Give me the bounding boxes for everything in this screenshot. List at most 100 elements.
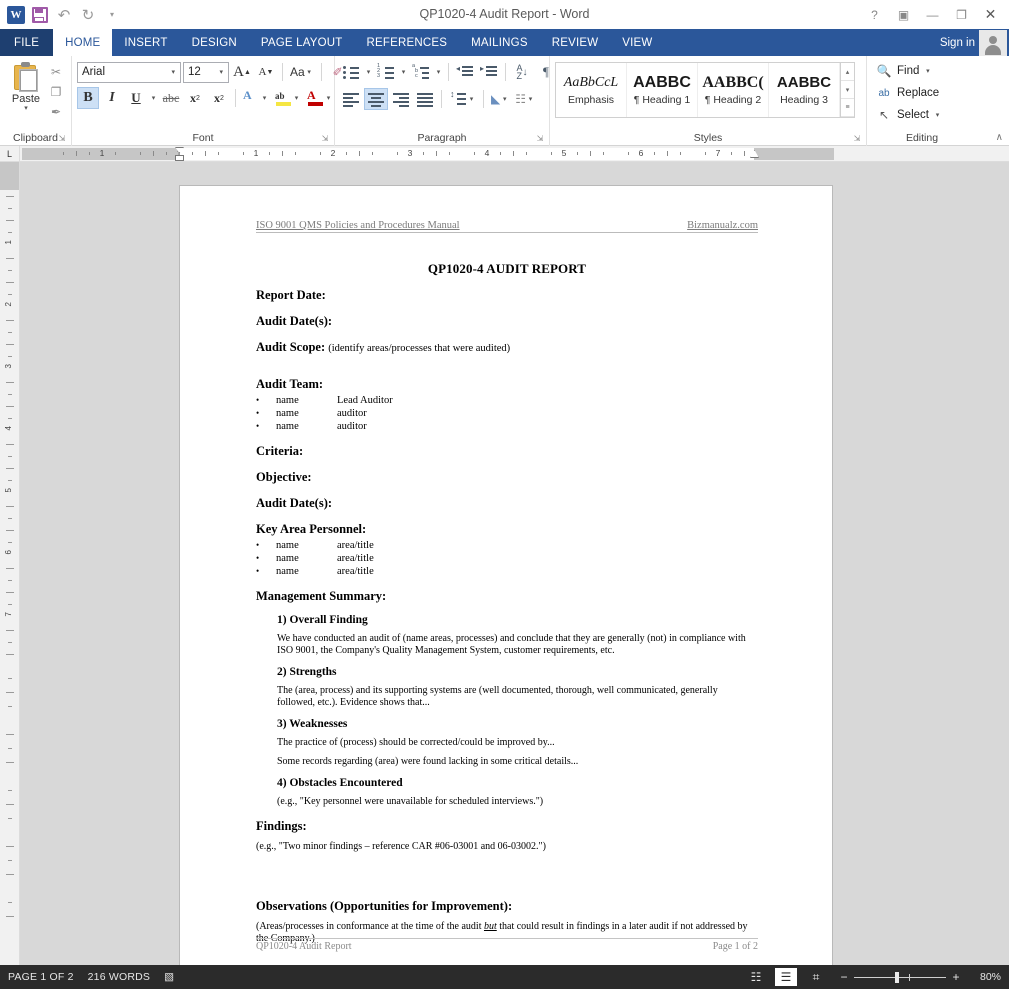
multilevel-list-button[interactable]: a b c bbox=[410, 61, 432, 83]
chevron-down-icon[interactable]: ▾ bbox=[399, 68, 408, 76]
help-icon[interactable]: ? bbox=[860, 4, 889, 26]
vertical-ruler[interactable]: 1 2 3 4 5 6 7 bbox=[0, 162, 20, 981]
redo-icon[interactable]: ↻ bbox=[76, 3, 100, 27]
chevron-down-icon[interactable]: ▾ bbox=[364, 68, 373, 76]
find-button[interactable]: 🔍 Find ▾ bbox=[875, 60, 932, 82]
styles-dialog-launcher-icon[interactable]: ⇲ bbox=[852, 134, 862, 144]
customize-qat-icon[interactable]: ▾ bbox=[100, 3, 124, 27]
print-layout-icon[interactable]: ☰ bbox=[775, 968, 797, 986]
chevron-down-icon[interactable]: ▾ bbox=[24, 105, 28, 112]
zoom-level[interactable]: 80% bbox=[973, 971, 1001, 983]
font-name-combo[interactable]: Arial ▾ bbox=[77, 61, 181, 83]
bullets-button[interactable] bbox=[340, 61, 362, 83]
bold-button[interactable]: B bbox=[77, 87, 99, 109]
paragraph-dialog-launcher-icon[interactable]: ⇲ bbox=[535, 134, 545, 144]
read-mode-icon[interactable]: ☷ bbox=[745, 968, 767, 986]
restore-icon[interactable]: ❐ bbox=[947, 4, 976, 26]
styles-group-label: Styles ⇲ bbox=[550, 130, 866, 146]
text-effects-button[interactable]: A ▾ bbox=[241, 87, 271, 109]
styles-scroll-down-icon[interactable]: ▾ bbox=[841, 81, 854, 99]
chevron-down-icon[interactable]: ▾ bbox=[933, 111, 942, 119]
increase-indent-button[interactable]: ▸ bbox=[478, 61, 500, 83]
chevron-down-icon[interactable]: ▾ bbox=[923, 67, 932, 75]
style-heading-2[interactable]: AABBC( ¶ Heading 2 bbox=[698, 63, 769, 117]
zoom-track[interactable] bbox=[854, 971, 946, 983]
shrink-font-button[interactable]: A ▼ bbox=[255, 61, 277, 83]
grow-font-button[interactable]: A ▲ bbox=[231, 61, 253, 83]
tab-insert[interactable]: INSERT bbox=[112, 29, 179, 56]
align-right-button[interactable] bbox=[390, 88, 412, 110]
italic-button[interactable]: I bbox=[101, 87, 123, 109]
select-button[interactable]: ↖ Select ▾ bbox=[875, 104, 942, 126]
sort-button[interactable]: A Z ↓ bbox=[511, 61, 533, 83]
borders-button[interactable]: ☷ ▾ bbox=[513, 88, 537, 110]
tab-review[interactable]: REVIEW bbox=[540, 29, 611, 56]
chevron-down-icon[interactable]: ▾ bbox=[149, 94, 158, 102]
horizontal-ruler[interactable]: L 1 1 2 3 4 5 6 7 1 bbox=[0, 146, 1009, 162]
styles-more-icon[interactable]: ≡ bbox=[841, 99, 854, 117]
list-item: name area/title bbox=[256, 552, 758, 565]
close-icon[interactable]: ✕ bbox=[976, 4, 1005, 26]
align-center-button[interactable] bbox=[364, 88, 388, 110]
avatar[interactable] bbox=[979, 30, 1007, 56]
sign-in-link[interactable]: Sign in bbox=[940, 29, 975, 56]
font-color-button[interactable]: A ▾ bbox=[305, 87, 335, 109]
tab-design[interactable]: DESIGN bbox=[180, 29, 249, 56]
document-canvas[interactable]: ISO 9001 QMS Policies and Procedures Man… bbox=[20, 162, 1009, 981]
align-left-button[interactable] bbox=[340, 88, 362, 110]
text-highlight-button[interactable]: ab ▾ bbox=[273, 87, 303, 109]
chevron-down-icon[interactable]: ▾ bbox=[434, 68, 443, 76]
subscript-button[interactable]: x2 bbox=[184, 87, 206, 109]
ribbon-display-options-icon[interactable]: ▣ bbox=[889, 4, 918, 26]
save-button[interactable] bbox=[28, 3, 52, 27]
change-case-button[interactable]: Aa ▾ bbox=[288, 61, 316, 83]
undo-icon[interactable]: ↶ bbox=[52, 3, 76, 27]
clipboard-dialog-launcher-icon[interactable]: ⇲ bbox=[57, 134, 67, 144]
superscript-button[interactable]: x2 bbox=[208, 87, 230, 109]
numbering-button[interactable]: 1 2 3 bbox=[375, 61, 397, 83]
styles-scroll-up-icon[interactable]: ▴ bbox=[841, 63, 854, 81]
shading-button[interactable]: ◣ ▾ bbox=[489, 88, 511, 110]
style-heading-1[interactable]: AABBC ¶ Heading 1 bbox=[627, 63, 698, 117]
proofing-icon[interactable]: ▧ bbox=[164, 971, 174, 983]
style-emphasis[interactable]: AaBbCcL Emphasis bbox=[556, 63, 627, 117]
save-icon bbox=[32, 6, 48, 23]
underline-button[interactable]: U bbox=[125, 87, 147, 109]
replace-button[interactable]: ab Replace bbox=[875, 82, 939, 104]
tab-home[interactable]: HOME bbox=[53, 29, 113, 56]
zoom-out-button[interactable]: − bbox=[839, 970, 849, 984]
page-indicator[interactable]: PAGE 1 OF 2 bbox=[8, 971, 74, 983]
word-count[interactable]: 216 WORDS bbox=[88, 971, 150, 983]
word-app-icon[interactable]: W bbox=[4, 3, 28, 27]
cut-icon[interactable]: ✂ bbox=[47, 63, 65, 80]
paste-button[interactable]: Paste ▾ bbox=[5, 60, 47, 112]
zoom-slider[interactable]: − + bbox=[839, 970, 961, 984]
decrease-indent-button[interactable]: ◂ bbox=[454, 61, 476, 83]
tab-mailings[interactable]: MAILINGS bbox=[459, 29, 540, 56]
font-group-label: Font ⇲ bbox=[72, 130, 334, 146]
zoom-thumb[interactable] bbox=[895, 971, 899, 983]
font-size-combo[interactable]: 12 ▾ bbox=[183, 61, 229, 83]
style-heading-3[interactable]: AABBC Heading 3 bbox=[769, 63, 840, 117]
style-name: Heading 3 bbox=[780, 94, 828, 106]
style-name: Emphasis bbox=[567, 94, 615, 106]
styles-scrollbar[interactable]: ▴ ▾ ≡ bbox=[840, 63, 854, 117]
section-heading-4: 4) Obstacles Encountered bbox=[277, 777, 403, 789]
format-painter-icon[interactable]: ✒ bbox=[47, 103, 65, 120]
strikethrough-button[interactable]: abc bbox=[160, 87, 182, 109]
tab-page-layout[interactable]: PAGE LAYOUT bbox=[249, 29, 355, 56]
collapse-ribbon-icon[interactable]: ∧ bbox=[996, 132, 1003, 143]
zoom-in-button[interactable]: + bbox=[951, 970, 961, 984]
left-indent-marker[interactable] bbox=[175, 155, 184, 161]
font-dialog-launcher-icon[interactable]: ⇲ bbox=[320, 134, 330, 144]
tab-references[interactable]: REFERENCES bbox=[355, 29, 460, 56]
justify-button[interactable] bbox=[414, 88, 436, 110]
web-layout-icon[interactable]: ⌗ bbox=[805, 968, 827, 986]
minimize-icon[interactable]: — bbox=[918, 4, 947, 26]
copy-icon[interactable]: ❐ bbox=[47, 83, 65, 100]
tab-view[interactable]: VIEW bbox=[610, 29, 664, 56]
document-page-1[interactable]: ISO 9001 QMS Policies and Procedures Man… bbox=[180, 186, 832, 981]
paragraph-group-label: Paragraph ⇲ bbox=[335, 130, 549, 146]
line-spacing-button[interactable]: ↕ ▾ bbox=[447, 88, 478, 110]
tab-file[interactable]: FILE bbox=[0, 29, 54, 56]
